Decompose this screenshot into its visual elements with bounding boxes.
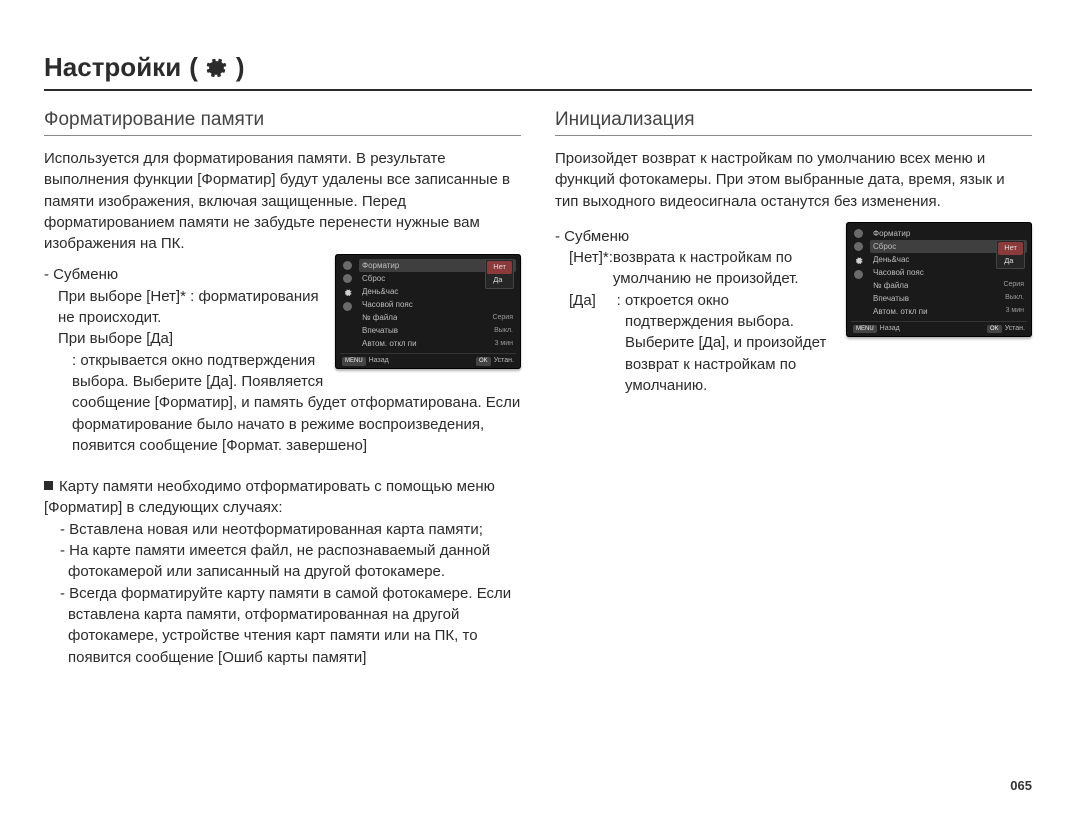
lcd-a-list: Форматир Нет Да Сброс День&час Часовой п… [359, 259, 516, 350]
right-opt-yes-key: [Да] [569, 290, 596, 396]
square-bullet-icon [44, 481, 53, 490]
lcd-a-sidebar [340, 259, 355, 350]
page-title-row: Настройки ( ) [44, 52, 1032, 91]
right-opt-yes: [Да] : откроется окно подтверждения выбо… [555, 290, 838, 396]
lcd-b-row-4: № файлаСерия [870, 279, 1027, 292]
lcd-b-popup-opt-yes: Да [998, 255, 1023, 268]
colon-sep: : [596, 290, 625, 396]
lcd-a-row-0: Форматир Нет Да [359, 259, 516, 272]
lcd-b: Форматир Сброс Нет Да День&час Часовой [846, 222, 1032, 337]
lcd-b-row-6: Автом. откл пи3 мин [870, 305, 1027, 318]
lcd-b-row-5: ВпечатывВыкл. [870, 292, 1027, 305]
manual-page: Настройки ( ) Форматирование памяти Испо… [0, 0, 1080, 815]
lcd-dot [343, 302, 352, 311]
lcd-a-footer: MENUНазад OKУстан. [340, 353, 516, 366]
lcd-a-row-3: Часовой пояс [359, 298, 516, 311]
paren-close: ) [236, 52, 245, 83]
left-bullet-lead: Карту памяти необходимо отформатировать … [44, 476, 521, 519]
lcd-dot [343, 274, 352, 283]
lcd-dot [854, 229, 863, 238]
lcd-b-footer: MENUНазад OKУстан. [851, 321, 1027, 334]
page-title: Настройки [44, 52, 181, 83]
paren-open: ( [189, 52, 198, 83]
lcd-a-row-4: № файлаСерия [359, 311, 516, 324]
page-number: 065 [1010, 778, 1032, 793]
lcd-b-row-0: Форматир [870, 227, 1027, 240]
ok-key-icon: OK [476, 357, 491, 366]
menu-key-icon: MENU [342, 357, 366, 366]
lcd-a-popup: Нет Да [485, 259, 514, 288]
right-opt-no-key: [Нет]* [569, 247, 609, 290]
lcd-b-foot-back: Назад [880, 324, 900, 334]
menu-key-icon: MENU [853, 325, 877, 334]
left-intro: Используется для форматирования памяти. … [44, 148, 521, 254]
ok-key-icon: OK [987, 325, 1002, 334]
lcd-b-popup-opt-no: Нет [998, 242, 1023, 255]
lcd-b-popup: Нет Да [996, 240, 1025, 269]
right-opt-no: [Нет]* : возврата к настройкам по умолча… [555, 247, 838, 290]
colon-sep: : [186, 288, 199, 305]
lcd-a-foot-set: Устан. [494, 356, 514, 366]
gear-icon [342, 287, 353, 298]
columns: Форматирование памяти Используется для ф… [44, 109, 1032, 668]
lcd-b-row-1: Сброс Нет Да [870, 240, 1027, 253]
left-opt-no-key: При выборе [Нет]* [58, 288, 186, 305]
lcd-a-popup-opt-no: Нет [487, 261, 512, 274]
right-body: Произойдет возврат к настройкам по умолч… [555, 148, 1032, 396]
lcd-a-foot-back: Назад [369, 356, 389, 366]
lcd-a-row-6: Автом. откл пи3 мин [359, 337, 516, 350]
lcd-a: Форматир Нет Да Сброс День&час Часовой п… [335, 254, 521, 369]
left-bullet-0: - Вставлена новая или неотформатированна… [54, 519, 521, 540]
lcd-dot [854, 270, 863, 279]
gear-icon [853, 255, 864, 266]
right-opt-no-val: возврата к настройкам по умолчанию не пр… [613, 247, 838, 290]
right-heading: Инициализация [555, 109, 1032, 136]
lcd-a-row-5: ВпечатывВыкл. [359, 324, 516, 337]
right-intro: Произойдет возврат к настройкам по умолч… [555, 148, 1032, 212]
lcd-dot [854, 242, 863, 251]
right-opt-yes-val: откроется окно подтверждения выбора. Выб… [625, 290, 838, 396]
lcd-a-popup-opt-yes: Да [487, 274, 512, 287]
left-heading: Форматирование памяти [44, 109, 521, 136]
left-bullet-1: - На карте памяти имеется файл, не распо… [54, 540, 521, 583]
lcd-dot [343, 261, 352, 270]
left-body: Используется для форматирования памяти. … [44, 148, 521, 668]
left-bullet-block: Карту памяти необходимо отформатировать … [44, 476, 521, 668]
lcd-b-list: Форматир Сброс Нет Да День&час Часовой [870, 227, 1027, 318]
lcd-b-foot-set: Устан. [1005, 324, 1025, 334]
gear-icon [206, 57, 228, 79]
lcd-b-sidebar [851, 227, 866, 318]
left-bullet-2: - Всегда форматируйте карту памяти в сам… [54, 583, 521, 668]
lcd-screenshot-reset: Форматир Сброс Нет Да День&час Часовой [846, 222, 1032, 337]
lcd-screenshot-format: Форматир Нет Да Сброс День&час Часовой п… [335, 254, 521, 369]
right-column: Инициализация Произойдет возврат к настр… [555, 109, 1032, 668]
left-column: Форматирование памяти Используется для ф… [44, 109, 521, 668]
